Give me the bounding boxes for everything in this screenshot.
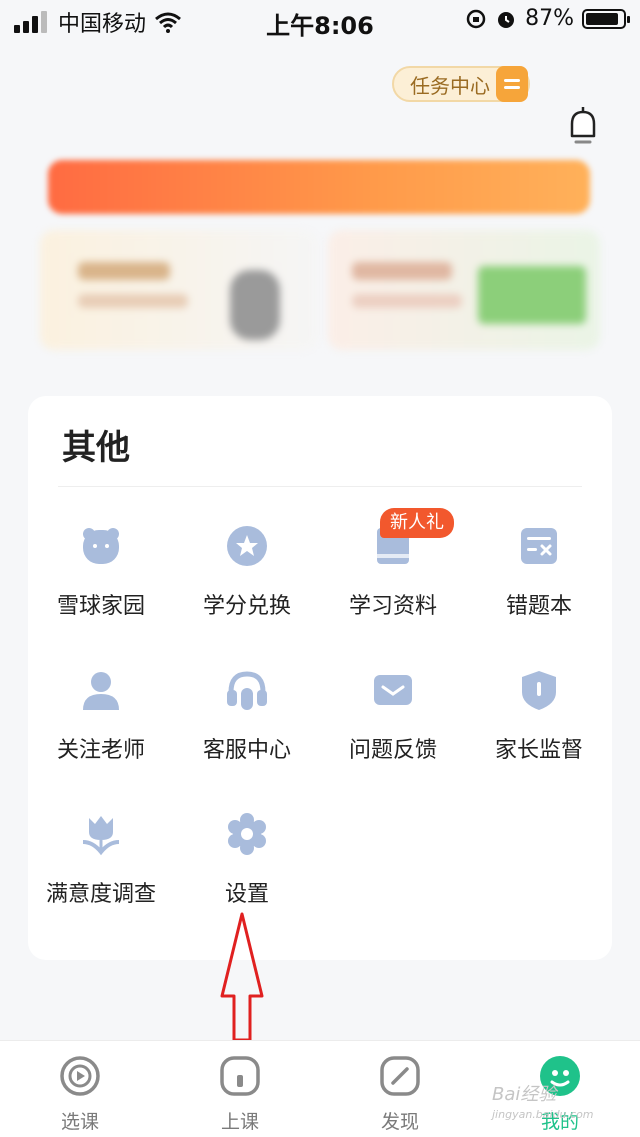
grid-item-customer-service[interactable]: 客服中心 xyxy=(174,668,320,788)
status-left: 中国移动 xyxy=(14,6,182,38)
grid-item-error-book[interactable]: 错题本 xyxy=(466,524,612,644)
alarm-icon xyxy=(498,11,515,28)
gear-icon xyxy=(228,813,266,855)
tab-discover[interactable]: 发现 xyxy=(320,1055,480,1134)
error-book-icon xyxy=(521,528,557,564)
tab-attend-class[interactable]: 上课 xyxy=(160,1055,320,1134)
section-divider xyxy=(58,486,582,487)
grid-item-label: 错题本 xyxy=(505,594,572,619)
grid-item-label: 学习资料 xyxy=(348,594,437,619)
grid-item-credit-exchange[interactable]: 学分兑换 xyxy=(174,524,320,644)
grid-item-label: 关注老师 xyxy=(56,738,145,763)
compass-icon xyxy=(380,1056,420,1096)
watermark-brand: Bai经验 xyxy=(492,1084,557,1105)
task-center-button[interactable]: 任务中心 xyxy=(392,66,530,102)
star-coin-icon xyxy=(227,526,267,566)
task-center-label: 任务中心 xyxy=(410,73,490,98)
grid-item-snowball-home[interactable]: 雪球家园 xyxy=(28,524,174,644)
promo-banner[interactable] xyxy=(48,160,590,214)
tab-label: 选课 xyxy=(60,1111,99,1133)
mail-icon xyxy=(374,675,412,705)
other-section-card: 其他 雪球家园 学分兑换 学习资料 错题本 关注老师 客服中心 问题反馈 家长监… xyxy=(28,396,612,960)
status-right: 87% xyxy=(465,6,630,31)
flower-icon xyxy=(82,816,120,856)
notification-icon[interactable] xyxy=(566,106,600,146)
rotation-lock-icon xyxy=(466,9,486,28)
grid-item-label: 雪球家园 xyxy=(56,594,145,619)
grid-item-satisfaction-survey[interactable]: 满意度调查 xyxy=(28,812,174,932)
promo-card-right[interactable] xyxy=(328,230,600,350)
new-user-gift-badge: 新人礼 xyxy=(380,508,454,538)
tab-choose-course[interactable]: 选课 xyxy=(0,1055,160,1134)
grid-item-label: 客服中心 xyxy=(202,738,291,763)
shield-icon xyxy=(522,671,556,710)
tab-label: 上课 xyxy=(220,1111,259,1133)
grid-item-label: 家长监督 xyxy=(494,738,583,763)
watermark-url: jingyan.baidu.com xyxy=(492,1108,594,1121)
person-icon xyxy=(83,672,119,710)
watermark: Bai经验 jingyan.baidu.com xyxy=(492,1080,594,1121)
play-circle-icon xyxy=(60,1056,100,1096)
grid-item-label: 问题反馈 xyxy=(348,738,437,763)
battery-percent: 87% xyxy=(525,6,574,31)
grid-item-label: 学分兑换 xyxy=(202,594,291,619)
carrier-label: 中国移动 xyxy=(58,12,147,37)
section-title: 其他 xyxy=(62,428,130,468)
grid-item-label: 满意度调查 xyxy=(45,882,156,907)
clipboard-icon xyxy=(496,66,528,102)
bear-icon xyxy=(83,528,119,564)
status-bar: 中国移动 上午8:06 87% xyxy=(0,0,640,40)
grid-item-parent-supervision[interactable]: 家长监督 xyxy=(466,668,612,788)
wifi-icon xyxy=(155,12,181,33)
grid-item-feedback[interactable]: 问题反馈 xyxy=(320,668,466,788)
headset-icon xyxy=(227,671,267,710)
class-icon xyxy=(220,1056,260,1096)
grid-item-follow-teacher[interactable]: 关注老师 xyxy=(28,668,174,788)
tab-label: 发现 xyxy=(380,1111,419,1133)
grid-item-study-materials[interactable]: 学习资料 xyxy=(320,524,466,644)
annotation-arrow-icon xyxy=(220,912,264,1042)
battery-icon xyxy=(582,8,630,29)
signal-icon xyxy=(14,11,47,33)
grid-item-label: 设置 xyxy=(224,882,269,907)
promo-card-left[interactable] xyxy=(40,230,318,350)
